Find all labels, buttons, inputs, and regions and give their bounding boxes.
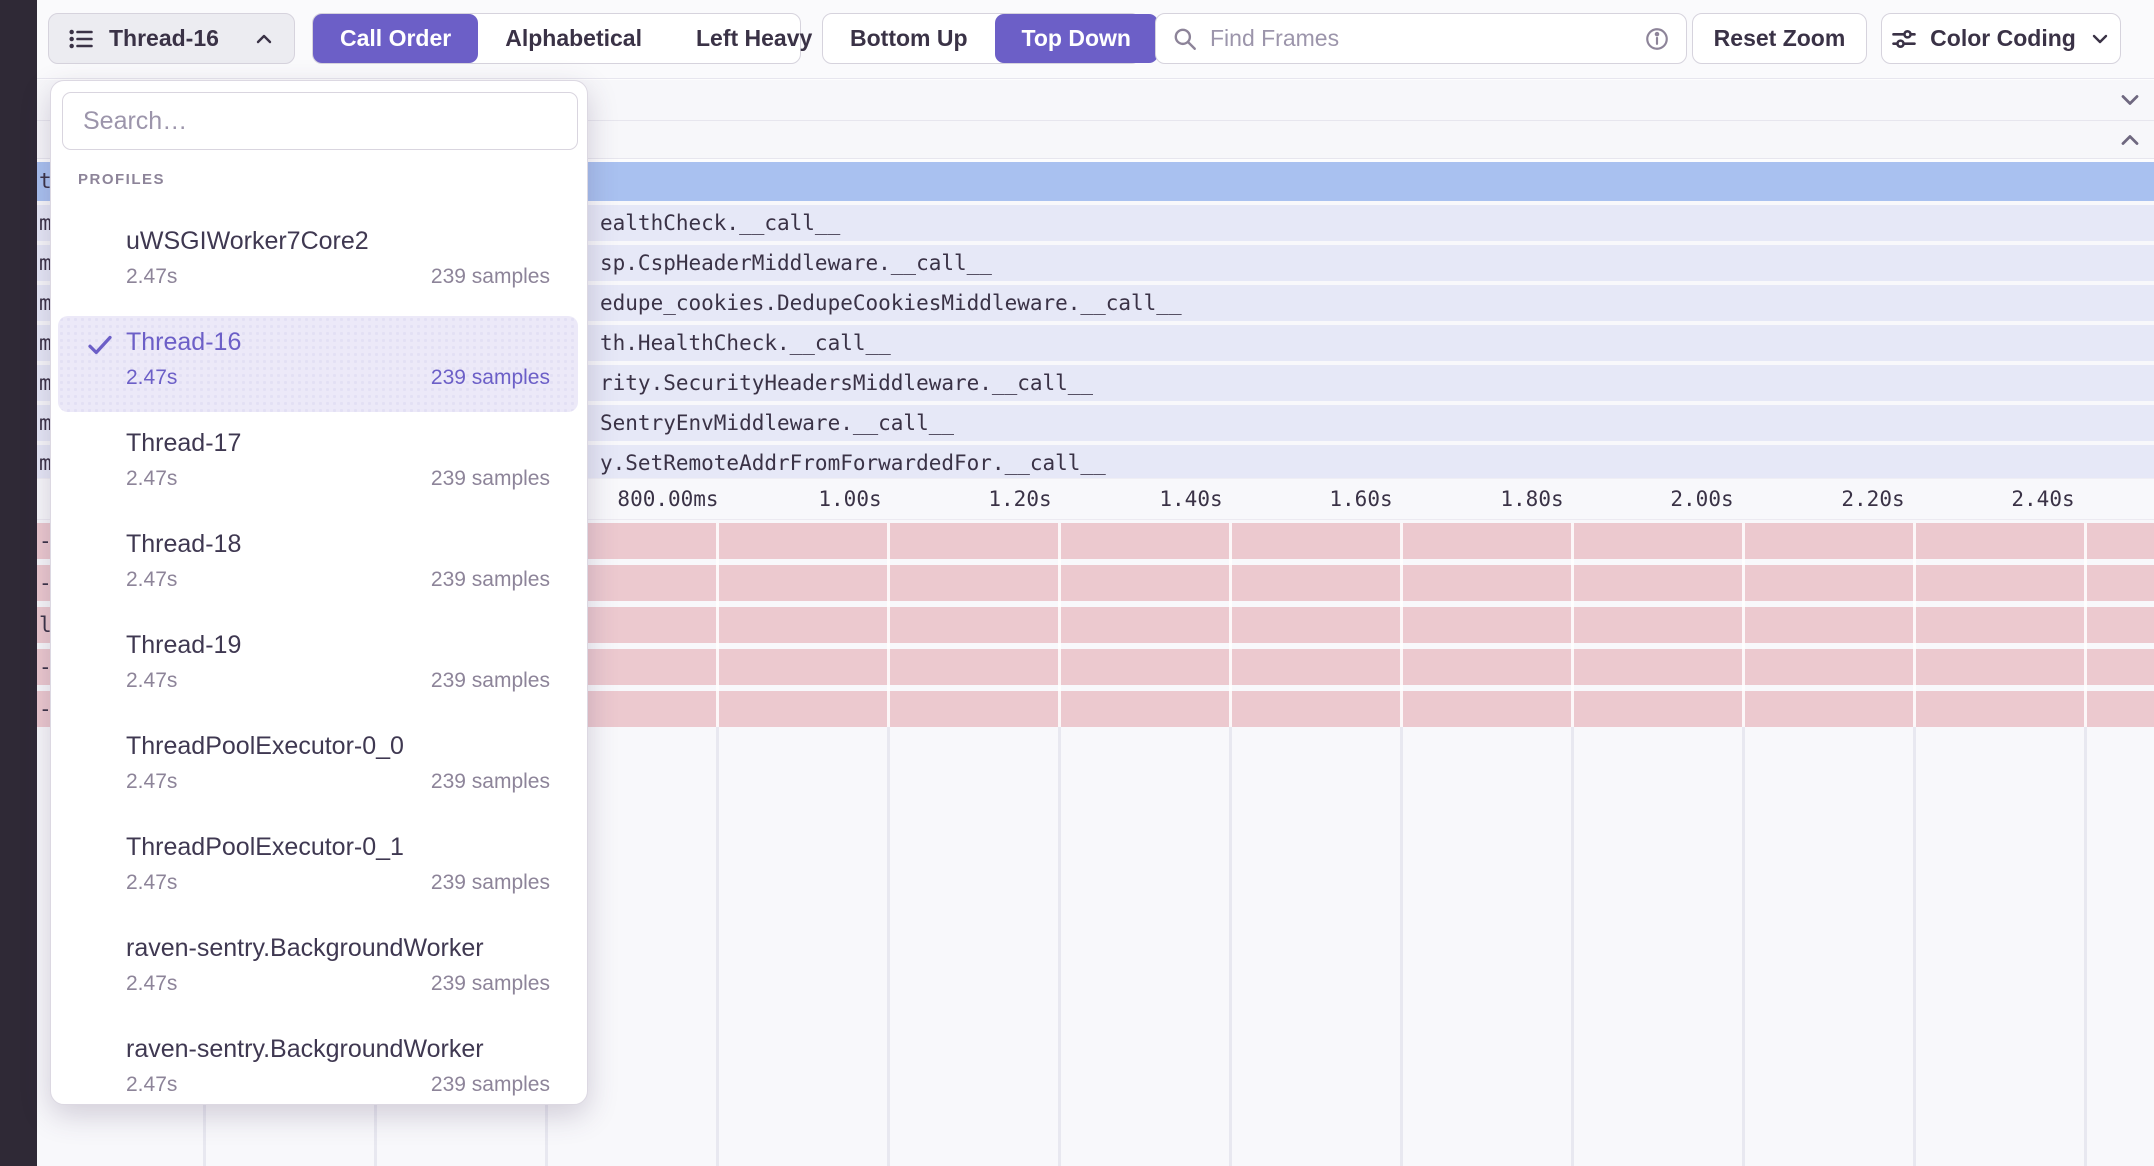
profile-samples: 239 samples (431, 871, 550, 895)
axis-tick: 2.00s (1670, 479, 1733, 519)
frame-text-fragment: - (39, 649, 50, 685)
profile-option[interactable]: raven-sentry.BackgroundWorker 2.47s 239 s… (51, 1025, 589, 1126)
profile-samples: 239 samples (431, 669, 550, 693)
chevron-up-icon[interactable] (2116, 126, 2144, 154)
profile-name: Thread-16 (126, 328, 241, 357)
info-icon[interactable] (1644, 26, 1670, 52)
chevron-down-icon[interactable] (2116, 86, 2144, 114)
axis-tick: 1.80s (1500, 479, 1563, 519)
profile-name: Thread-19 (126, 631, 241, 660)
frame-text-fragment: l (39, 607, 50, 643)
profile-option[interactable]: ThreadPoolExecutor-0_0 2.47s 239 samples (51, 722, 589, 823)
frame-text-fragment: m (39, 285, 50, 321)
profile-option[interactable]: Thread-17 2.47s 239 samples (51, 419, 589, 520)
tab-bottom-up[interactable]: Bottom Up (823, 14, 995, 63)
frame-text-fragment: m (39, 405, 50, 441)
profile-name: Thread-18 (126, 530, 241, 559)
reset-zoom-button[interactable]: Reset Zoom (1692, 13, 1867, 64)
profile-name: raven-sentry.BackgroundWorker (126, 934, 484, 963)
profile-duration: 2.47s (126, 972, 177, 996)
search-icon (1172, 26, 1198, 52)
profile-samples: 239 samples (431, 366, 550, 390)
profiles-section-label: PROFILES (78, 171, 165, 188)
frame-text-fragment: m (39, 205, 50, 241)
tab-alphabetical[interactable]: Alphabetical (478, 14, 669, 63)
thread-selector-button[interactable]: Thread-16 (48, 13, 295, 64)
profile-samples: 239 samples (431, 568, 550, 592)
profile-option-selected[interactable]: Thread-16 2.47s 239 samples (51, 318, 589, 419)
frame-label: rity.SecurityHeadersMiddleware.__call__ (600, 365, 1093, 401)
profile-name: ThreadPoolExecutor-0_1 (126, 833, 404, 862)
dropdown-search-box (62, 92, 578, 150)
axis-tick: 800.00ms (617, 479, 718, 519)
frame-label: ealthCheck.__call__ (600, 205, 840, 241)
axis-tick: 2.20s (1841, 479, 1904, 519)
profile-duration: 2.47s (126, 770, 177, 794)
profile-samples: 239 samples (431, 972, 550, 996)
profile-duration: 2.47s (126, 1073, 177, 1097)
axis-tick: 1.40s (1159, 479, 1222, 519)
tab-call-order[interactable]: Call Order (313, 14, 478, 63)
frame-text-fragment: m (39, 245, 50, 281)
profile-duration: 2.47s (126, 467, 177, 491)
tab-top-down[interactable]: Top Down (995, 14, 1158, 63)
profile-duration: 2.47s (126, 871, 177, 895)
frame-text-fragment: - (39, 565, 50, 601)
frame-label: y.SetRemoteAddrFromForwardedFor.__call__ (600, 445, 1106, 481)
tab-left-heavy[interactable]: Left Heavy (669, 14, 839, 63)
frame-label: SentryEnvMiddleware.__call__ (600, 405, 954, 441)
frame-text-fragment: m (39, 445, 50, 481)
dropdown-search-input[interactable] (83, 107, 557, 136)
chevron-down-icon (2088, 27, 2112, 51)
profile-option[interactable]: raven-sentry.BackgroundWorker 2.47s 239 s… (51, 924, 589, 1025)
profile-name: ThreadPoolExecutor-0_0 (126, 732, 404, 761)
frame-text-fragment: m (39, 365, 50, 401)
profile-name: Thread-17 (126, 429, 241, 458)
direction-segmented-control: Bottom Up Top Down (822, 13, 1141, 64)
frame-label: th.HealthCheck.__call__ (600, 325, 891, 361)
profile-samples: 239 samples (431, 1073, 550, 1097)
app-sidebar-edge (0, 0, 37, 1166)
find-frames-input[interactable] (1210, 25, 1632, 52)
axis-tick: 1.20s (988, 479, 1051, 519)
profile-duration: 2.47s (126, 366, 177, 390)
check-icon (85, 330, 115, 360)
axis-tick: 1.60s (1329, 479, 1392, 519)
profile-option[interactable]: Thread-18 2.47s 239 samples (51, 520, 589, 621)
profile-name: uWSGIWorker7Core2 (126, 227, 369, 256)
profile-option[interactable]: uWSGIWorker7Core2 2.47s 239 samples (51, 217, 589, 318)
axis-tick: 2.40s (2011, 479, 2074, 519)
frame-text-fragment: m (39, 325, 50, 361)
frame-text-fragment: - (39, 691, 50, 727)
profile-duration: 2.47s (126, 568, 177, 592)
frame-label: sp.CspHeaderMiddleware.__call__ (600, 245, 992, 281)
sort-segmented-control: Call Order Alphabetical Left Heavy (312, 13, 801, 64)
toolbar: Thread-16 Call Order Alphabetical Left H… (37, 0, 2154, 79)
profile-duration: 2.47s (126, 669, 177, 693)
reset-zoom-label: Reset Zoom (1714, 25, 1846, 52)
profile-samples: 239 samples (431, 467, 550, 491)
list-icon (67, 25, 95, 53)
profile-duration: 2.47s (126, 265, 177, 289)
color-coding-button[interactable]: Color Coding (1881, 13, 2121, 64)
axis-tick: 1.00s (818, 479, 881, 519)
thread-dropdown-panel: PROFILES uWSGIWorker7Core2 2.47s 239 samp… (50, 80, 588, 1105)
find-frames-search (1155, 13, 1687, 64)
profile-samples: 239 samples (431, 770, 550, 794)
color-coding-label: Color Coding (1930, 25, 2076, 52)
frame-text-fragment: - (39, 523, 50, 559)
profiler-app: t m ealthCheck.__call__ m sp.CspHeaderMidd… (0, 0, 2154, 1166)
thread-selector-label: Thread-16 (109, 25, 238, 52)
frame-text-fragment: t (39, 162, 50, 198)
chevron-up-icon (252, 27, 276, 51)
profile-option[interactable]: Thread-19 2.47s 239 samples (51, 621, 589, 722)
sliders-icon (1890, 25, 1918, 53)
profile-option[interactable]: ThreadPoolExecutor-0_1 2.47s 239 samples (51, 823, 589, 924)
profile-name: raven-sentry.BackgroundWorker (126, 1035, 484, 1064)
frame-label: edupe_cookies.DedupeCookiesMiddleware.__… (600, 285, 1182, 321)
profile-samples: 239 samples (431, 265, 550, 289)
